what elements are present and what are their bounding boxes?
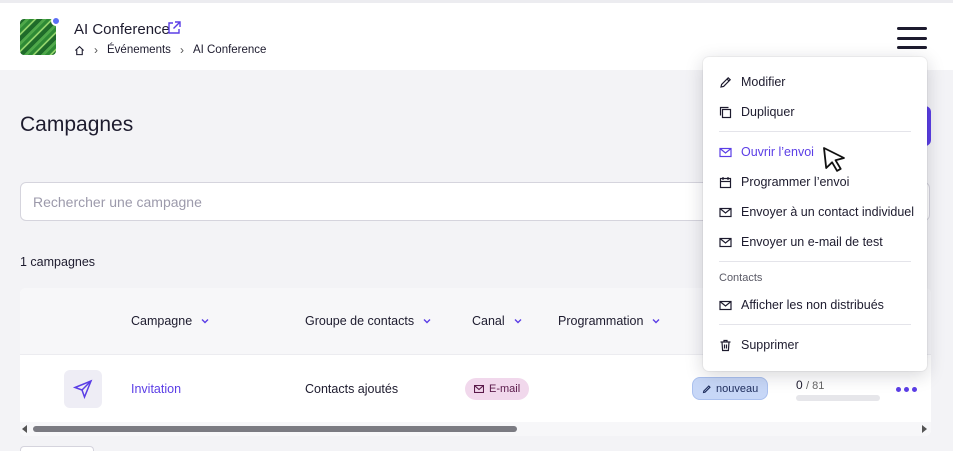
- chevron-down-icon: [201, 319, 209, 324]
- menu-item-edit[interactable]: Modifier: [719, 73, 785, 91]
- status-dot: [51, 16, 61, 26]
- calendar-icon: [719, 176, 732, 188]
- progress-bar: [796, 395, 880, 401]
- column-header-contact-group[interactable]: Groupe de contacts: [305, 314, 432, 328]
- scrollbar-thumb[interactable]: [33, 426, 517, 432]
- campaign-type-icon: [64, 370, 102, 408]
- event-title: AI Conference: [74, 21, 170, 38]
- dot: [903, 386, 909, 392]
- breadcrumb-separator: ›: [179, 43, 184, 57]
- menu-divider: [719, 324, 911, 325]
- dot: [895, 386, 901, 392]
- column-header-channel[interactable]: Canal: [472, 314, 523, 328]
- menu-item-send-individual[interactable]: Envoyer à un contact individuel: [719, 203, 914, 221]
- trash-icon: [720, 339, 731, 351]
- menu-item-delete[interactable]: Supprimer: [719, 336, 799, 354]
- breadcrumb-current[interactable]: AI Conference: [193, 44, 267, 56]
- event-logo[interactable]: [20, 19, 56, 55]
- channel-badge: E-mail: [465, 378, 530, 400]
- more-actions-button[interactable]: [893, 380, 919, 398]
- menu-item-schedule-send[interactable]: Programmer l’envoi: [719, 173, 849, 191]
- pencil-icon: [720, 76, 732, 88]
- pagination-control[interactable]: [20, 446, 94, 451]
- envelope-icon: [719, 237, 732, 247]
- external-link-icon[interactable]: [167, 21, 181, 35]
- envelope-icon: [719, 300, 732, 310]
- horizontal-scrollbar[interactable]: [20, 422, 931, 436]
- chevron-down-icon: [652, 319, 660, 324]
- menu-section-label: Contacts: [719, 272, 763, 284]
- envelope-icon: [474, 385, 484, 393]
- breadcrumb-separator: ›: [94, 43, 98, 57]
- chevron-down-icon: [514, 319, 522, 324]
- envelope-icon: [719, 207, 732, 217]
- column-header-schedule[interactable]: Programmation: [558, 314, 661, 328]
- progress-count: 0 / 81: [796, 378, 825, 392]
- menu-divider: [719, 131, 911, 132]
- scroll-right-arrow[interactable]: [922, 425, 927, 433]
- chevron-down-icon: [423, 319, 431, 324]
- send-icon: [72, 379, 93, 400]
- menu-item-open-send[interactable]: Ouvrir l’envoi: [719, 143, 814, 161]
- duplicate-icon: [719, 106, 732, 118]
- status-badge: nouveau: [692, 377, 769, 400]
- envelope-icon: [719, 147, 732, 157]
- contact-group-cell: Contacts ajoutés: [305, 382, 399, 396]
- campaign-name-link[interactable]: Invitation: [131, 382, 181, 396]
- menu-item-duplicate[interactable]: Dupliquer: [719, 103, 795, 121]
- hamburger-menu-icon[interactable]: [897, 27, 927, 49]
- menu-item-show-undelivered[interactable]: Afficher les non distribués: [719, 296, 884, 314]
- breadcrumb-events[interactable]: Événements: [107, 44, 171, 56]
- pencil-icon: [702, 384, 711, 393]
- dot: [911, 386, 917, 392]
- menu-item-send-test[interactable]: Envoyer un e-mail de test: [719, 233, 883, 251]
- column-header-campaign[interactable]: Campagne: [131, 314, 210, 328]
- actions-menu: Modifier Dupliquer Ouvrir l’envoi Progra…: [703, 57, 927, 371]
- home-icon[interactable]: [74, 45, 85, 56]
- page-title: Campagnes: [20, 113, 134, 136]
- campaign-count: 1 campagnes: [20, 255, 96, 269]
- scroll-left-arrow[interactable]: [22, 425, 27, 433]
- mouse-cursor-icon: [823, 147, 845, 172]
- menu-divider: [719, 261, 911, 262]
- breadcrumb: › Événements › AI Conference: [74, 43, 266, 57]
